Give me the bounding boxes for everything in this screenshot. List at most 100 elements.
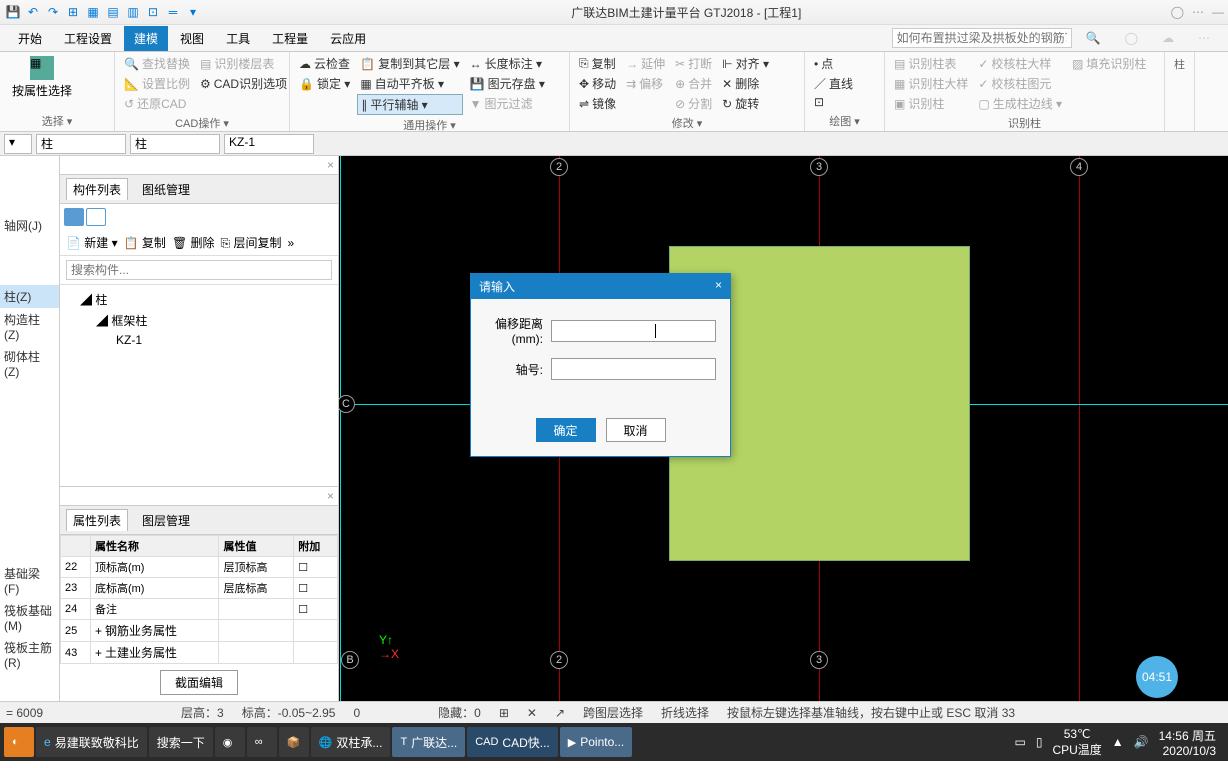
start-button[interactable]: ◐ bbox=[4, 727, 34, 757]
comp-copy[interactable]: 📋 复制 bbox=[124, 234, 166, 251]
tool2-icon[interactable]: ▥ bbox=[124, 3, 142, 21]
comp-new[interactable]: 📄 新建 ▾ bbox=[66, 234, 118, 251]
task-app2[interactable]: ∞ bbox=[247, 727, 277, 757]
lock[interactable]: 🔒锁定 ▾ bbox=[296, 74, 353, 93]
nav-masonry-col[interactable]: 砌体柱(Z) bbox=[0, 345, 59, 382]
view-tool3-icon[interactable]: ↗ bbox=[555, 706, 565, 720]
draw-more[interactable]: ⊡ bbox=[811, 94, 856, 110]
nav-found-beam[interactable]: 基础梁(F) bbox=[0, 562, 59, 599]
group-common: 通用操作 ▾ bbox=[296, 115, 563, 133]
col-icon[interactable]: ⊡ bbox=[144, 3, 162, 21]
menu-cloud[interactable]: 云应用 bbox=[320, 26, 376, 51]
minimize-icon[interactable]: — bbox=[1212, 5, 1224, 19]
task-item[interactable]: 🌐双柱承... bbox=[311, 727, 391, 757]
task-app3[interactable]: 📦 bbox=[279, 727, 309, 757]
task-item[interactable]: CADCAD快... bbox=[467, 727, 558, 757]
avatar-icon[interactable]: ◯ bbox=[1115, 27, 1148, 49]
timer-badge: 04:51 bbox=[1136, 656, 1178, 698]
grid-label: C bbox=[339, 395, 355, 413]
section-edit[interactable]: 截面编辑 bbox=[160, 670, 238, 695]
view-tool2-icon[interactable]: ✕ bbox=[527, 706, 537, 720]
more-icon[interactable]: ⋯ bbox=[1188, 27, 1220, 49]
group-select: 选择 ▾ bbox=[6, 111, 108, 129]
nav-axis[interactable]: 轴网(J) bbox=[0, 214, 59, 237]
comp-search[interactable] bbox=[66, 260, 332, 280]
menu-start[interactable]: 开始 bbox=[8, 26, 52, 51]
tool-icon[interactable]: ▤ bbox=[104, 3, 122, 21]
status-cross[interactable]: 跨图层选择 bbox=[583, 704, 643, 721]
view-list-icon[interactable] bbox=[64, 208, 84, 226]
tab-drawing[interactable]: 图纸管理 bbox=[136, 179, 196, 200]
view-tool-icon[interactable]: ⊞ bbox=[499, 706, 509, 720]
tab-comp-list[interactable]: 构件列表 bbox=[66, 178, 128, 200]
redo-icon[interactable]: ↷ bbox=[44, 3, 62, 21]
nav-column[interactable]: 柱(Z) bbox=[0, 285, 59, 308]
parallel-axis[interactable]: ∥平行辅轴 ▾ bbox=[357, 94, 462, 115]
beam-icon[interactable]: ═ bbox=[164, 3, 182, 21]
view-tree-icon[interactable] bbox=[86, 208, 106, 226]
status-poly[interactable]: 折线选择 bbox=[661, 704, 709, 721]
task-app1[interactable]: ◉ bbox=[215, 727, 245, 757]
task-item[interactable]: T广联达... bbox=[392, 727, 465, 757]
line-btn[interactable]: ／直线 bbox=[811, 74, 856, 93]
mirror-btn[interactable]: ⇌镜像 bbox=[576, 94, 619, 113]
tree-root[interactable]: ◢ 柱 bbox=[68, 289, 330, 310]
elem-save[interactable]: 💾图元存盘 ▾ bbox=[467, 74, 548, 93]
save-icon[interactable]: 💾 bbox=[4, 3, 22, 21]
tree-frame-col[interactable]: ◢ 框架柱 bbox=[68, 310, 330, 331]
tab-prop[interactable]: 属性列表 bbox=[66, 509, 128, 531]
close-icon[interactable]: × bbox=[715, 278, 722, 295]
nav-struct-col[interactable]: 构造柱(Z) bbox=[0, 308, 59, 345]
status-bar: = 6009 层高：3 标高：-0.05~2.95 0 隐藏：0 ⊞ ✕ ↗ 跨… bbox=[0, 701, 1228, 723]
fill-recog: ▨填充识别柱 bbox=[1069, 54, 1149, 73]
axis-input[interactable] bbox=[551, 358, 716, 380]
nav-raft-rebar[interactable]: 筏板主筋(R) bbox=[0, 636, 59, 673]
menu-view[interactable]: 视图 bbox=[170, 26, 214, 51]
help-search[interactable] bbox=[892, 28, 1072, 48]
sel-type[interactable]: 柱 bbox=[130, 134, 220, 154]
search-icon[interactable]: 🔍 bbox=[1076, 27, 1111, 49]
nav-raft[interactable]: 筏板基础(M) bbox=[0, 599, 59, 636]
task-search[interactable]: 搜索一下 bbox=[149, 727, 213, 757]
cancel-button[interactable]: 取消 bbox=[606, 418, 666, 442]
grid-icon[interactable]: ⊞ bbox=[64, 3, 82, 21]
dd-icon[interactable]: ▾ bbox=[184, 3, 202, 21]
menu-tool[interactable]: 工具 bbox=[216, 26, 260, 51]
task-item[interactable]: e易建联致敬科比 bbox=[36, 727, 147, 757]
move-btn[interactable]: ✥移动 bbox=[576, 74, 619, 93]
menu-model[interactable]: 建模 bbox=[124, 26, 168, 51]
comp-more[interactable]: » bbox=[287, 236, 294, 250]
tree-kz1[interactable]: KZ-1 bbox=[116, 333, 142, 347]
settings-icon[interactable]: ⋯ bbox=[1192, 5, 1204, 19]
layer-icon[interactable]: ▦ bbox=[84, 3, 102, 21]
user-icon[interactable]: ◯ bbox=[1171, 5, 1184, 19]
sel-component[interactable]: KZ-1 bbox=[224, 134, 314, 154]
ok-button[interactable]: 确定 bbox=[536, 418, 596, 442]
comp-delete[interactable]: 🗑 删除 bbox=[172, 234, 215, 251]
tray-icon[interactable]: ▲ bbox=[1112, 735, 1124, 749]
menu-quantity[interactable]: 工程量 bbox=[262, 26, 318, 51]
auto-align[interactable]: ▦自动平齐板 ▾ bbox=[357, 74, 462, 93]
offset-input[interactable] bbox=[551, 320, 716, 342]
undo-icon[interactable]: ↶ bbox=[24, 3, 42, 21]
select-by-prop[interactable]: ▦按属性选择 bbox=[6, 54, 78, 101]
tab-layer[interactable]: 图层管理 bbox=[136, 510, 196, 531]
sel-category[interactable]: 柱 bbox=[36, 134, 126, 154]
sel-floor[interactable]: ▾ bbox=[4, 134, 32, 154]
cad-options[interactable]: ⚙CAD识别选项 bbox=[197, 74, 290, 93]
length-dim[interactable]: ↔长度标注 ▾ bbox=[467, 54, 548, 73]
tray-icon[interactable]: ▯ bbox=[1036, 735, 1043, 749]
copy-floor[interactable]: 📋复制到其它层 ▾ bbox=[357, 54, 462, 73]
tray-icon[interactable]: ▭ bbox=[1014, 735, 1025, 749]
cloud-icon[interactable]: ☁ bbox=[1152, 27, 1184, 49]
task-item[interactable]: ▶Pointo... bbox=[560, 727, 633, 757]
menu-project[interactable]: 工程设置 bbox=[54, 26, 122, 51]
cloud-check[interactable]: ☁云检查 bbox=[296, 54, 353, 73]
point-btn[interactable]: •点 bbox=[811, 54, 856, 73]
rotate-btn[interactable]: ↻旋转 bbox=[719, 94, 772, 113]
delete-btn[interactable]: ✕删除 bbox=[719, 74, 772, 93]
comp-floor-copy[interactable]: ⎘ 层间复制 bbox=[221, 234, 282, 251]
align-btn[interactable]: ⊩对齐 ▾ bbox=[719, 54, 772, 73]
tray-icon[interactable]: 🔊 bbox=[1134, 735, 1149, 749]
copy-btn[interactable]: ⎘复制 bbox=[576, 54, 619, 73]
